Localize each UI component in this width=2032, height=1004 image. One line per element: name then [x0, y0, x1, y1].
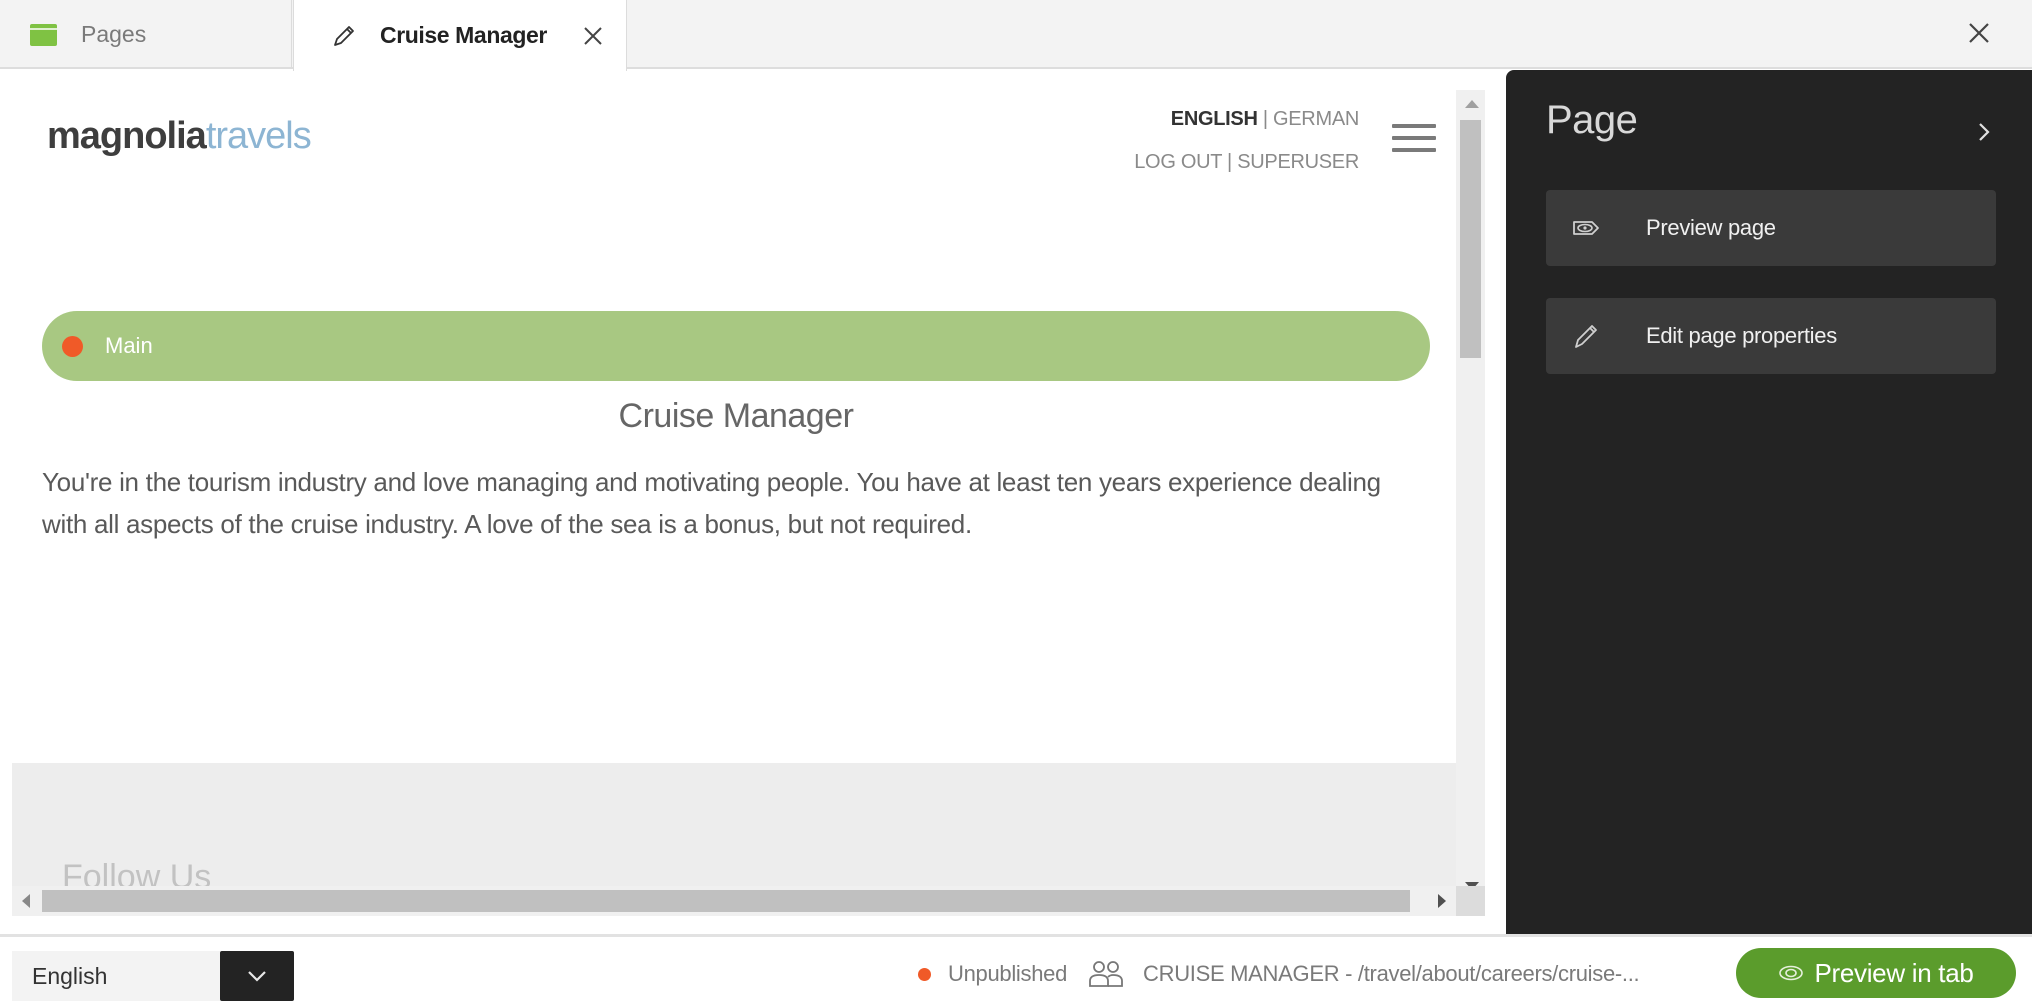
tab-cruise-manager[interactable]: Cruise Manager	[293, 0, 627, 71]
vertical-scroll-thumb[interactable]	[1460, 120, 1481, 358]
language-separator: |	[1257, 108, 1274, 130]
scroll-up-arrow-icon[interactable]	[1465, 100, 1479, 108]
status-bar: English Unpublished CRUISE MANAGER - /tr…	[0, 934, 2032, 1004]
area-status-dot	[62, 335, 83, 357]
preview-eye-icon	[1573, 221, 1599, 235]
user-links: LOG OUT | SUPERUSER	[1134, 151, 1359, 174]
user-links-separator: |	[1221, 151, 1238, 173]
horizontal-scroll-thumb[interactable]	[42, 890, 1410, 912]
close-icon[interactable]	[1966, 20, 1992, 46]
pencil-icon	[334, 25, 354, 46]
publication-status-dot	[918, 967, 931, 981]
close-tab-icon[interactable]	[581, 24, 605, 48]
edit-page-properties-label: Edit page properties	[1646, 323, 1837, 348]
preview-page-button[interactable]: Preview page	[1546, 190, 1996, 266]
page-heading: Cruise Manager	[618, 397, 854, 435]
chevron-down-icon	[248, 971, 266, 982]
main-area-bar[interactable]: Main	[42, 311, 1430, 381]
language-select-toggle[interactable]	[220, 951, 294, 1001]
preview-in-tab-button[interactable]: Preview in tab	[1736, 948, 2016, 998]
logo-part-travels: travels	[205, 115, 312, 157]
edit-page-properties-button[interactable]: Edit page properties	[1546, 298, 1996, 374]
tab-bar: Pages Cruise Manager	[0, 0, 2032, 71]
hamburger-icon[interactable]	[1392, 124, 1436, 154]
actions-panel: Page Preview page Edit page properties	[1506, 70, 2032, 934]
logout-link[interactable]: LOG OUT	[1134, 151, 1222, 173]
page-preview-frame: magnoliatravels ENGLISH | GERMAN LOG OUT…	[12, 71, 1485, 916]
language-select-value: English	[12, 951, 220, 1001]
users-icon	[1089, 961, 1123, 987]
preview-page-label: Preview page	[1646, 215, 1776, 240]
superuser-link[interactable]: SUPERUSER	[1237, 151, 1359, 173]
magnolia-travels-logo[interactable]: magnoliatravels	[47, 115, 312, 158]
page-path: CRUISE MANAGER - /travel/about/careers/c…	[1143, 961, 1640, 986]
page-status: Unpublished CRUISE MANAGER - /travel/abo…	[918, 959, 1640, 989]
scrollbar-corner	[1456, 886, 1485, 916]
preview-in-tab-label: Preview in tab	[1814, 957, 1974, 988]
chevron-right-icon[interactable]	[1972, 120, 1996, 144]
horizontal-scrollbar[interactable]	[12, 886, 1456, 916]
language-english-link[interactable]: ENGLISH	[1171, 108, 1258, 130]
footer-section: Follow Us	[12, 763, 1456, 896]
tab-pages[interactable]: Pages	[0, 0, 292, 69]
language-switch: ENGLISH | GERMAN	[1171, 108, 1360, 131]
tab-cruise-manager-label: Cruise Manager	[380, 22, 547, 48]
language-select[interactable]: English	[12, 951, 294, 1001]
scroll-right-arrow-icon[interactable]	[1438, 894, 1446, 908]
publication-status-label: Unpublished	[948, 961, 1068, 986]
panel-title: Page	[1546, 98, 1638, 142]
language-german-link[interactable]: GERMAN	[1273, 108, 1359, 130]
scroll-left-arrow-icon[interactable]	[22, 894, 30, 908]
pages-app-icon	[30, 23, 57, 46]
logo-part-magnolia: magnolia	[47, 115, 207, 157]
eye-icon	[1779, 965, 1804, 981]
area-label: Main	[105, 333, 153, 358]
pencil-icon	[1575, 325, 1597, 348]
vertical-scrollbar[interactable]	[1456, 90, 1485, 893]
page-body-text: You're in the tourism industry and love …	[42, 467, 1381, 539]
tab-pages-label: Pages	[81, 21, 147, 47]
